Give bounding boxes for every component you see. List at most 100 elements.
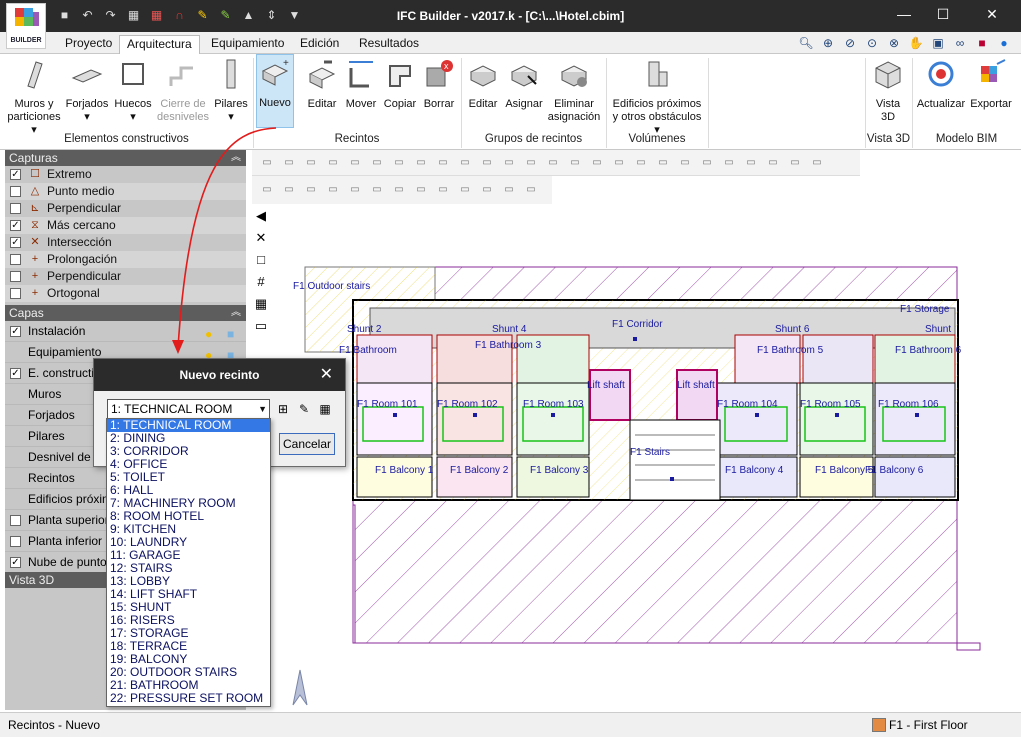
zoom-all-icon[interactable]: ⊙ bbox=[863, 34, 881, 52]
globe-icon[interactable]: ● bbox=[995, 34, 1013, 52]
tool-icon[interactable]: ▭ bbox=[344, 152, 366, 174]
checkbox[interactable] bbox=[10, 288, 21, 299]
ribbon: Muros y particiones ▾ Forjados ▾ Huecos ▾ C… bbox=[0, 54, 1021, 163]
table-icon[interactable]: ▦ bbox=[316, 399, 334, 419]
asignar-button[interactable]: Asignar bbox=[504, 56, 544, 111]
tool-icon[interactable]: ▭ bbox=[410, 152, 432, 174]
binoculars-icon[interactable]: ∞ bbox=[951, 34, 969, 52]
object-tool-icon[interactable]: ▭ bbox=[498, 179, 520, 201]
tool-icon[interactable]: ▭ bbox=[542, 152, 564, 174]
actualizar-button[interactable]: Actualizar bbox=[916, 56, 966, 111]
object-tool-icon[interactable]: ▭ bbox=[410, 179, 432, 201]
tab-resultados[interactable]: Resultados bbox=[352, 35, 426, 54]
checkbox[interactable] bbox=[10, 536, 21, 547]
dropdown-option[interactable]: 22: PRESSURE SET ROOM bbox=[107, 692, 270, 705]
checkbox[interactable]: ✓ bbox=[10, 557, 21, 568]
zoom-icon[interactable]: 🔍︎ bbox=[797, 34, 815, 52]
borrar-recinto-button[interactable]: x Borrar bbox=[421, 56, 457, 111]
object-tool-icon[interactable]: ▭ bbox=[432, 179, 454, 201]
cierre-desniveles-button[interactable]: Cierre de desniveles bbox=[157, 56, 209, 124]
room-type-select[interactable]: 1: TECHNICAL ROOM ▼ bbox=[107, 399, 270, 419]
edificios-proximos-button[interactable]: Edificios próximos y otros obstáculos ▾ bbox=[610, 56, 704, 137]
checkbox[interactable] bbox=[10, 186, 21, 197]
tab-equipamiento[interactable]: Equipamiento bbox=[204, 35, 291, 54]
bathroom3-label: F1 Bathroom 3 bbox=[475, 340, 542, 351]
tab-proyecto[interactable]: Proyecto bbox=[58, 35, 119, 54]
checkbox[interactable] bbox=[10, 271, 21, 282]
cancel-button[interactable]: Cancelar bbox=[279, 433, 335, 455]
checkbox[interactable]: ✓ bbox=[10, 169, 21, 180]
editar-grupo-button[interactable]: Editar bbox=[464, 56, 502, 111]
tool-icon[interactable]: ▭ bbox=[784, 152, 806, 174]
tool-icon[interactable]: ▭ bbox=[586, 152, 608, 174]
checkbox[interactable] bbox=[10, 203, 21, 214]
object-tool-icon[interactable]: ▭ bbox=[388, 179, 410, 201]
object-tool-icon[interactable]: ▭ bbox=[476, 179, 498, 201]
tab-arquitectura[interactable]: Arquitectura bbox=[119, 35, 200, 54]
app-logo[interactable]: BUILDER bbox=[6, 3, 46, 49]
mover-recinto-button[interactable]: Mover bbox=[343, 56, 379, 111]
minimize-button[interactable]: — bbox=[889, 6, 919, 26]
tool-icon[interactable]: ▭ bbox=[476, 152, 498, 174]
muros-button[interactable]: Muros y particiones ▾ bbox=[6, 56, 62, 137]
tool-icon[interactable]: ▭ bbox=[454, 152, 476, 174]
tool-icon[interactable]: ▭ bbox=[322, 152, 344, 174]
eliminar-asignacion-button[interactable]: Eliminar asignación bbox=[546, 56, 602, 124]
zoom-half-icon[interactable]: ⊘ bbox=[841, 34, 859, 52]
zoom-window-icon[interactable]: ⊕ bbox=[819, 34, 837, 52]
checkbox[interactable] bbox=[10, 515, 21, 526]
object-tool-icon[interactable]: ▭ bbox=[520, 179, 542, 201]
level-step-icon bbox=[169, 66, 193, 86]
tool-icon[interactable]: ▭ bbox=[564, 152, 586, 174]
edit-type-icon[interactable]: ✎ bbox=[295, 399, 313, 419]
logo-text: BUILDER bbox=[10, 37, 41, 44]
object-tool-icon[interactable]: ▭ bbox=[454, 179, 476, 201]
checkbox[interactable]: ✓ bbox=[10, 237, 21, 248]
tool-icon[interactable]: ▭ bbox=[718, 152, 740, 174]
tool-icon[interactable]: ▭ bbox=[300, 152, 322, 174]
editar-recinto-button[interactable]: Editar bbox=[303, 56, 341, 111]
tool-icon[interactable]: ▭ bbox=[652, 152, 674, 174]
pilares-button[interactable]: Pilares ▾ bbox=[213, 56, 249, 124]
tool-icon[interactable]: ▭ bbox=[740, 152, 762, 174]
tool-icon[interactable]: ▭ bbox=[432, 152, 454, 174]
huecos-button[interactable]: Huecos ▾ bbox=[112, 56, 154, 124]
nuevo-recinto-button[interactable]: + Nuevo bbox=[256, 54, 294, 128]
tool-icon[interactable]: ▭ bbox=[674, 152, 696, 174]
tool-icon[interactable]: ▭ bbox=[762, 152, 784, 174]
screenshot-icon[interactable]: ▣ bbox=[929, 34, 947, 52]
checkbox[interactable]: ✓ bbox=[10, 220, 21, 231]
dialog-close-icon[interactable]: ✕ bbox=[320, 359, 333, 391]
checkbox[interactable]: ✓ bbox=[10, 368, 21, 379]
tool-icon[interactable]: ▭ bbox=[696, 152, 718, 174]
add-type-icon[interactable]: ⊞ bbox=[274, 399, 292, 419]
exportar-button[interactable]: Exportar bbox=[968, 56, 1014, 111]
book-icon[interactable]: ■ bbox=[973, 34, 991, 52]
copiar-recinto-button[interactable]: Copiar bbox=[382, 56, 418, 111]
vista-3d-button[interactable]: Vista 3D bbox=[870, 56, 906, 124]
object-tool-icon[interactable]: ▭ bbox=[344, 179, 366, 201]
chevron-down-icon: ▼ bbox=[258, 404, 267, 414]
object-tool-icon[interactable]: ▭ bbox=[366, 179, 388, 201]
checkbox[interactable]: ✓ bbox=[10, 326, 21, 337]
drawing-canvas[interactable]: F1 Outdoor stairs F1 Corridor F1 Stairs … bbox=[275, 205, 1021, 710]
current-floor[interactable]: F1 - First Floor bbox=[889, 718, 968, 732]
tool-icon[interactable]: ▭ bbox=[366, 152, 388, 174]
captura-label: Perpendicular bbox=[47, 269, 122, 283]
maximize-button[interactable]: ☐ bbox=[928, 6, 958, 26]
forjados-button[interactable]: Forjados ▾ bbox=[65, 56, 109, 124]
tool-icon[interactable]: ▭ bbox=[388, 152, 410, 174]
tab-edicion[interactable]: Edición bbox=[293, 35, 346, 54]
tool-icon[interactable]: ▭ bbox=[520, 152, 542, 174]
checkbox[interactable] bbox=[10, 254, 21, 265]
square-snap-icon: ☐ bbox=[30, 168, 40, 180]
object-tool-icon[interactable]: ▭ bbox=[322, 179, 344, 201]
tool-icon[interactable]: ▭ bbox=[806, 152, 828, 174]
close-button[interactable]: ✕ bbox=[977, 6, 1007, 26]
zoom-extents-icon[interactable]: ⊗ bbox=[885, 34, 903, 52]
tool-icon[interactable]: ▭ bbox=[498, 152, 520, 174]
object-tool-icon[interactable]: ▭ bbox=[300, 179, 322, 201]
tool-icon[interactable]: ▭ bbox=[608, 152, 630, 174]
tool-icon[interactable]: ▭ bbox=[630, 152, 652, 174]
pan-icon[interactable]: ✋ bbox=[907, 34, 925, 52]
